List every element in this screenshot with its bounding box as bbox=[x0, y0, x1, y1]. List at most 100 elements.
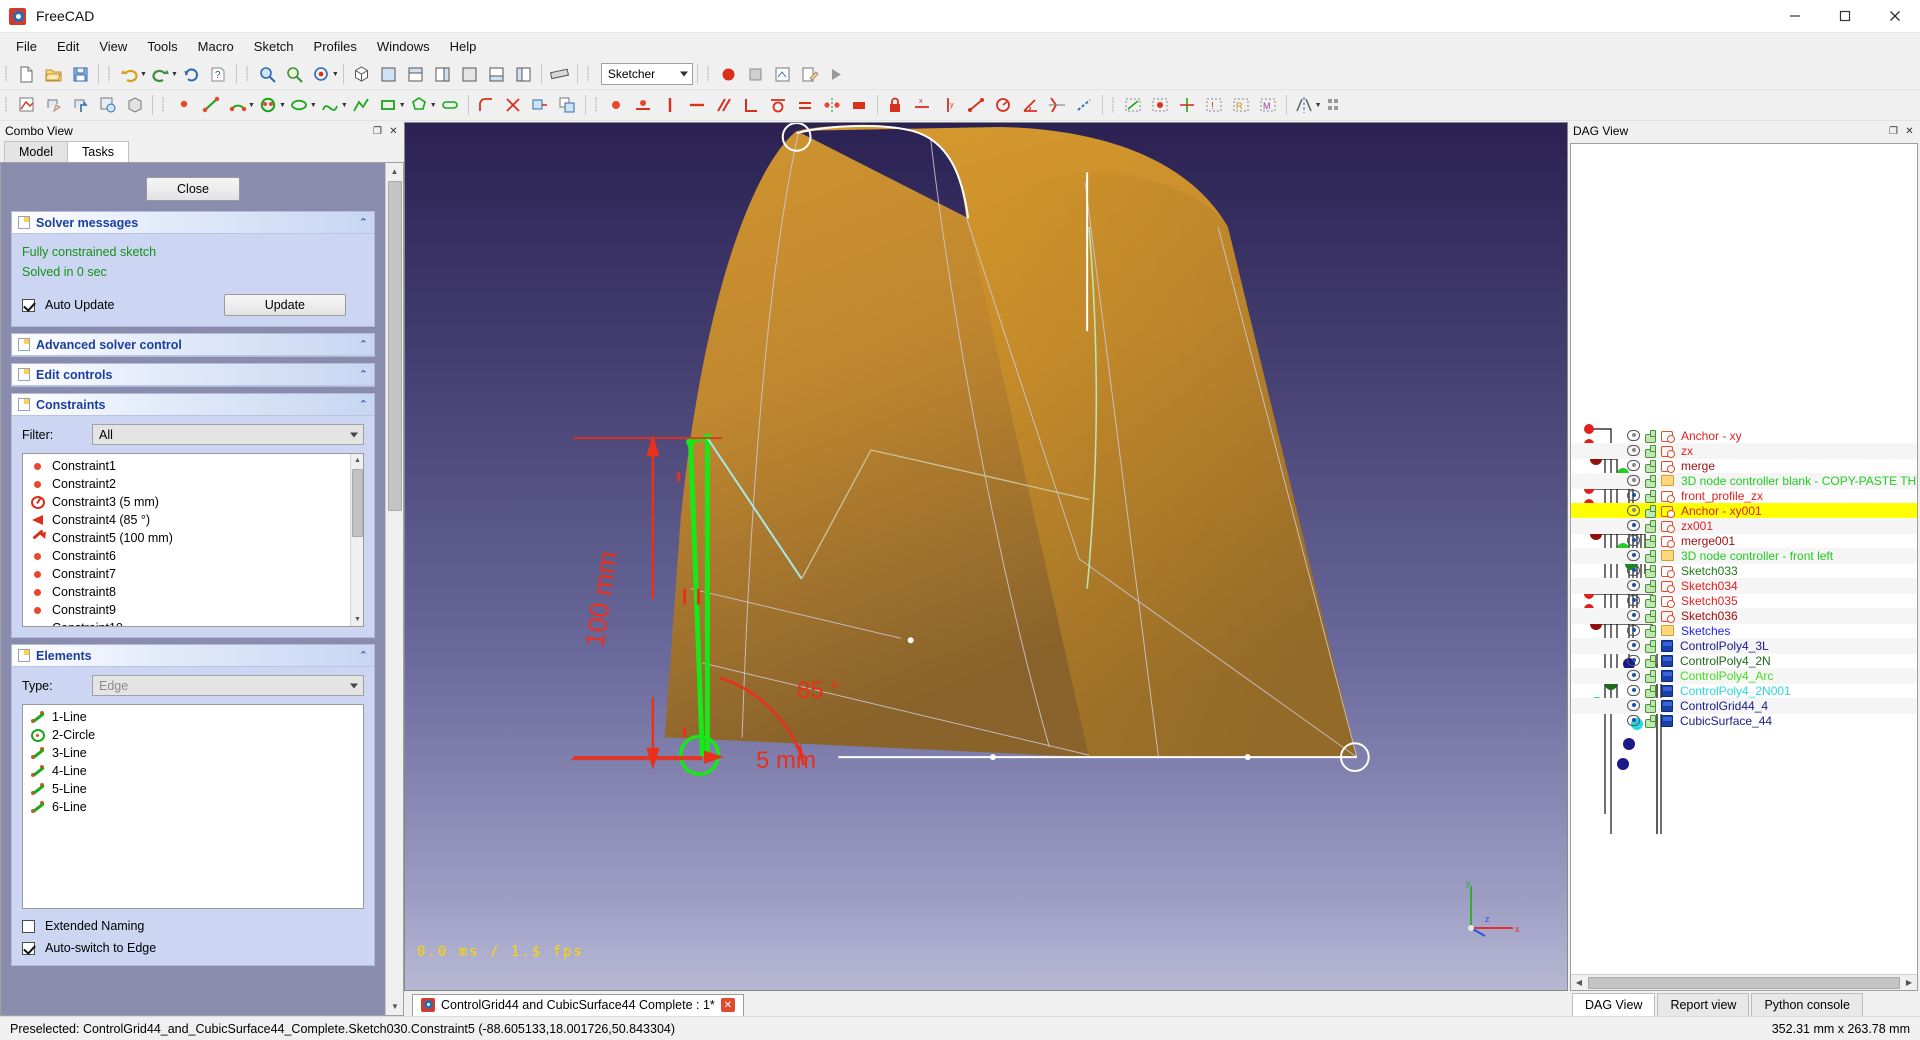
visibility-eye-icon[interactable] bbox=[1627, 565, 1640, 577]
visibility-eye-icon[interactable] bbox=[1627, 655, 1640, 667]
section-solver-messages-header[interactable]: Solver messages ⌃ bbox=[12, 212, 374, 234]
dag-canvas[interactable]: Anchor - xy zx merge 3D node controller … bbox=[1571, 144, 1917, 974]
menu-tools[interactable]: Tools bbox=[137, 36, 187, 57]
dag-node-row[interactable]: ControlPoly4_Arc bbox=[1571, 668, 1917, 684]
visibility-eye-icon[interactable] bbox=[1627, 520, 1640, 532]
dag-node-row[interactable]: CubicSurface_44 bbox=[1571, 713, 1917, 729]
close-tab-icon[interactable]: ✕ bbox=[720, 998, 735, 1012]
constraint-radius-icon[interactable] bbox=[991, 93, 1016, 118]
visibility-eye-icon[interactable] bbox=[1627, 715, 1640, 727]
dag-node-row-selected[interactable]: Anchor - xy001 bbox=[1571, 503, 1917, 519]
visibility-eye-icon[interactable] bbox=[1627, 460, 1640, 472]
trim-icon[interactable] bbox=[501, 93, 526, 118]
top-view-icon[interactable] bbox=[403, 62, 428, 87]
constraint-coincident-icon[interactable] bbox=[604, 93, 629, 118]
auto-switch-to-edge-checkbox[interactable] bbox=[22, 941, 35, 955]
dag-node-row[interactable]: ControlGrid44_4 bbox=[1571, 698, 1917, 714]
record-macro-icon[interactable] bbox=[770, 62, 795, 87]
minimize-button[interactable] bbox=[1770, 0, 1820, 32]
sketch-edit-icon[interactable] bbox=[41, 93, 66, 118]
constraint-distance-x-icon[interactable]: x bbox=[910, 93, 935, 118]
select-constraints-icon[interactable] bbox=[1148, 93, 1173, 118]
select-elements-icon[interactable] bbox=[1121, 93, 1146, 118]
visibility-eye-icon[interactable] bbox=[1627, 475, 1640, 487]
dag-node-row[interactable]: 3D node controller blank - COPY-PASTE TH… bbox=[1571, 473, 1917, 489]
stop-macro-icon[interactable] bbox=[743, 62, 768, 87]
scroll-up-icon[interactable]: ▲ bbox=[386, 163, 403, 180]
menu-edit[interactable]: Edit bbox=[47, 36, 89, 57]
menu-sketch[interactable]: Sketch bbox=[244, 36, 304, 57]
constraints-list[interactable]: Constraint1 Constraint2 Constraint3 (5 m… bbox=[22, 453, 364, 627]
list-item[interactable]: Constraint9 bbox=[23, 601, 350, 619]
constraint-block-icon[interactable] bbox=[847, 93, 872, 118]
list-item[interactable]: 1-Line bbox=[23, 708, 363, 726]
toolbar-grip[interactable] bbox=[106, 64, 113, 84]
dag-node-row[interactable]: ControlPoly4_2N001 bbox=[1571, 683, 1917, 699]
visibility-eye-icon[interactable] bbox=[1627, 430, 1640, 442]
toolbar-grip[interactable] bbox=[705, 64, 712, 84]
dag-node-row[interactable]: Sketch036 bbox=[1571, 608, 1917, 624]
visibility-eye-icon[interactable] bbox=[1627, 610, 1640, 622]
tab-python-console[interactable]: Python console bbox=[1751, 993, 1863, 1016]
dag-node-row[interactable]: ControlPoly4_2N bbox=[1571, 653, 1917, 669]
visibility-eye-icon[interactable] bbox=[1627, 550, 1640, 562]
dag-node-row[interactable]: zx001 bbox=[1571, 518, 1917, 534]
new-document-icon[interactable] bbox=[14, 62, 39, 87]
dag-horizontal-scrollbar[interactable]: ◀ ▶ bbox=[1571, 974, 1917, 990]
list-item[interactable]: 3-Line bbox=[23, 744, 363, 762]
front-view-icon[interactable] bbox=[376, 62, 401, 87]
toolbar-grip[interactable] bbox=[1110, 95, 1117, 115]
undock-icon[interactable]: ❐ bbox=[1887, 125, 1900, 138]
sketch-view-icon[interactable] bbox=[95, 93, 120, 118]
chevron-up-icon[interactable]: ⌃ bbox=[359, 368, 368, 381]
clone-icon[interactable] bbox=[555, 93, 580, 118]
dag-node-row[interactable]: merge bbox=[1571, 458, 1917, 474]
constraints-filter-combo[interactable]: All bbox=[92, 424, 364, 445]
dag-node-row[interactable]: merge001 bbox=[1571, 533, 1917, 549]
constraint-distance-y-icon[interactable]: y bbox=[937, 93, 962, 118]
constraint-angle-icon[interactable] bbox=[1018, 93, 1043, 118]
dag-node-row[interactable]: Sketches bbox=[1571, 623, 1917, 639]
workbench-selector[interactable]: Sketcher bbox=[600, 63, 693, 85]
visibility-eye-icon[interactable] bbox=[1627, 535, 1640, 547]
fillet-icon[interactable] bbox=[474, 93, 499, 118]
dag-node-row[interactable]: Sketch033 bbox=[1571, 563, 1917, 579]
list-item[interactable]: Constraint3 (5 mm) bbox=[23, 493, 350, 511]
dag-node-row[interactable]: ControlPoly4_3L bbox=[1571, 638, 1917, 654]
section-edit-controls-header[interactable]: Edit controls ⌃ bbox=[12, 364, 374, 386]
3d-viewport[interactable]: 100 mm 85 ° 5 mm 85 ° 5 mm 0.0 ms / 1.$ … bbox=[404, 122, 1568, 991]
bspline-icon[interactable] bbox=[318, 93, 343, 118]
scroll-right-icon[interactable]: ▶ bbox=[1901, 978, 1917, 987]
line-icon[interactable] bbox=[198, 93, 223, 118]
list-item[interactable]: Constraint7 bbox=[23, 565, 350, 583]
dag-node-row[interactable]: Sketch035 bbox=[1571, 593, 1917, 609]
menu-file[interactable]: File bbox=[6, 36, 47, 57]
constraint-tangent-icon[interactable] bbox=[766, 93, 791, 118]
circle-icon[interactable] bbox=[256, 93, 281, 118]
toolbar-grip[interactable] bbox=[3, 64, 10, 84]
constraint-symmetric-icon[interactable] bbox=[820, 93, 845, 118]
scrollbar-thumb[interactable] bbox=[388, 181, 402, 511]
sketch-map-icon[interactable] bbox=[122, 93, 147, 118]
elements-type-combo[interactable]: Edge bbox=[92, 675, 364, 696]
close-button[interactable] bbox=[1870, 0, 1920, 32]
task-panel-scrollbar[interactable]: ▲ ▼ bbox=[385, 163, 403, 1015]
constraint-perpendicular-icon[interactable] bbox=[739, 93, 764, 118]
chevron-up-icon[interactable]: ⌃ bbox=[359, 649, 368, 662]
sketch-leave-icon[interactable] bbox=[68, 93, 93, 118]
list-item[interactable]: Constraint5 (100 mm) bbox=[23, 529, 350, 547]
toolbar-grip[interactable] bbox=[593, 95, 600, 115]
select-conflicting-icon[interactable]: ! bbox=[1202, 93, 1227, 118]
constraints-scrollbar[interactable]: ▲ ▼ bbox=[350, 454, 363, 626]
measure-icon[interactable] bbox=[547, 62, 572, 87]
toolbar-grip[interactable] bbox=[244, 64, 251, 84]
edit-macro-icon[interactable] bbox=[797, 62, 822, 87]
whats-this-icon[interactable]: ? bbox=[206, 62, 231, 87]
chevron-up-icon[interactable]: ⌃ bbox=[359, 338, 368, 351]
dag-node-row[interactable]: Sketch034 bbox=[1571, 578, 1917, 594]
visibility-eye-icon[interactable] bbox=[1627, 595, 1640, 607]
tab-report-view[interactable]: Report view bbox=[1657, 993, 1750, 1016]
list-item[interactable]: 5-Line bbox=[23, 780, 363, 798]
toolbar-grip[interactable] bbox=[160, 95, 167, 115]
scroll-down-icon[interactable]: ▼ bbox=[386, 998, 403, 1015]
